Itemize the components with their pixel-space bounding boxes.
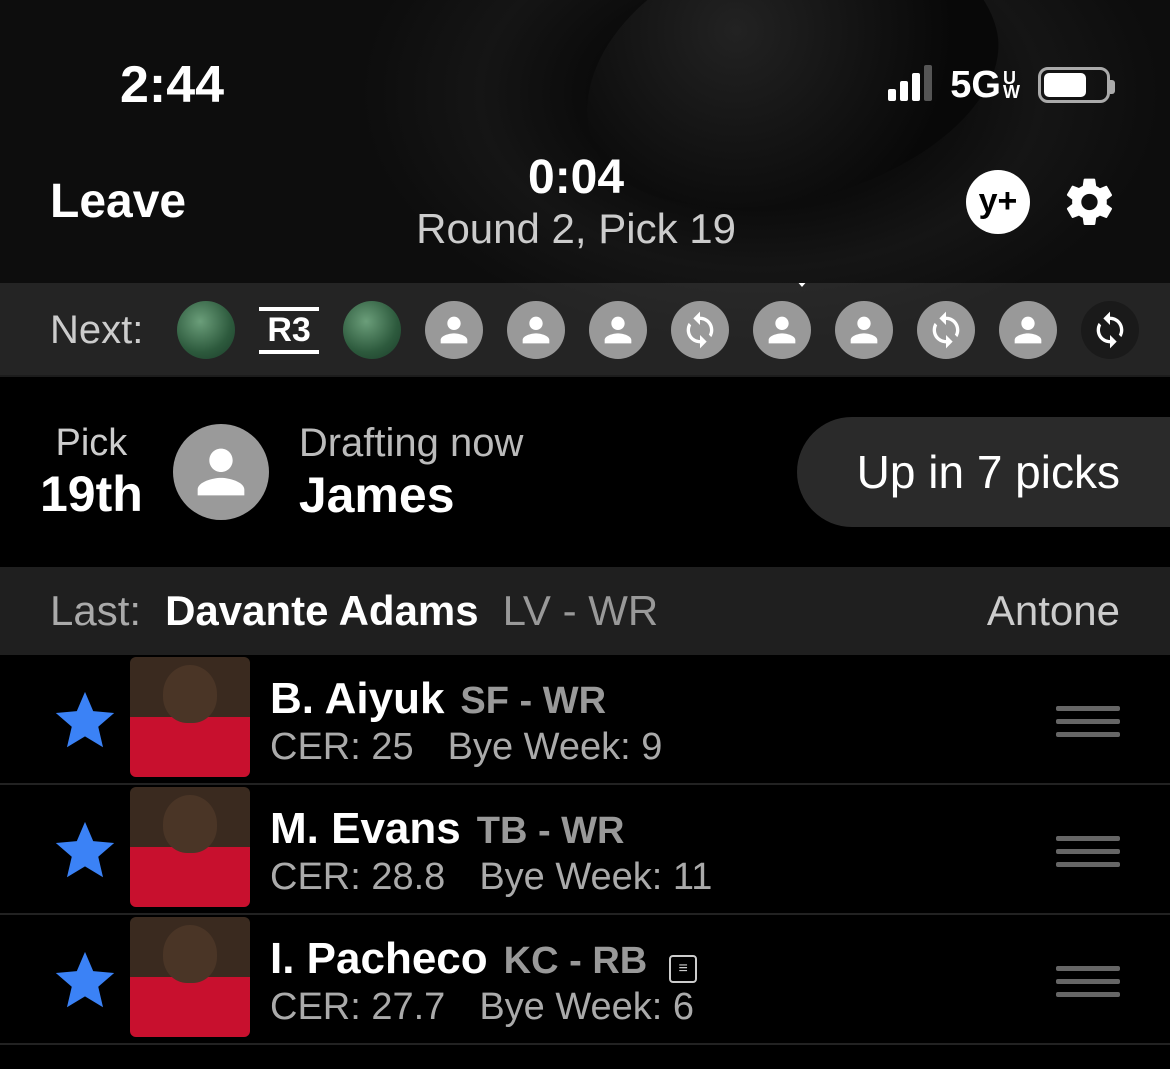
next-team-avatar[interactable] [671,301,729,359]
autopick-icon [680,310,720,350]
person-icon [516,310,556,350]
person-icon [762,310,802,350]
round-divider: R3 [259,307,318,354]
leave-button[interactable]: Leave [50,174,186,229]
signal-icon [888,69,932,101]
person-icon [434,310,474,350]
player-cer: CER: 28.8 [270,856,445,899]
network-label: 5G UW [950,64,1020,107]
last-pick-row[interactable]: Last: Davante Adams LV - WR Antone [0,567,1170,655]
last-player-name: Davante Adams [165,587,479,635]
settings-button[interactable] [1060,172,1120,232]
favorite-star-button[interactable] [50,816,120,886]
player-name: B. Aiyuk [270,674,444,724]
next-team-avatar[interactable] [343,301,401,359]
autopick-icon [926,310,966,350]
status-time: 2:44 [120,55,224,115]
last-owner: Antone [987,587,1120,635]
drafter-avatar[interactable] [173,424,269,520]
next-team-avatar[interactable] [917,301,975,359]
status-right: 5G UW [888,64,1110,107]
note-icon[interactable]: ≡ [669,955,697,983]
player-teampos: SF - WR [460,680,606,723]
player-info: I. Pacheco KC - RB ≡ CER: 27.7 Bye Week:… [270,934,1056,1029]
last-player-teampos: LV - WR [503,587,659,635]
battery-icon [1038,67,1110,103]
player-info: M. Evans TB - WR ≡ CER: 28.8 Bye Week: 1… [270,804,1056,899]
drag-handle[interactable] [1056,706,1120,737]
player-bye: Bye Week: 11 [479,856,712,899]
player-row[interactable]: B. Aiyuk SF - WR ≡ CER: 25 Bye Week: 9 [0,655,1170,785]
next-team-avatar[interactable] [835,301,893,359]
player-cer: CER: 25 [270,726,414,769]
drag-handle[interactable] [1056,966,1120,997]
star-icon [50,816,120,886]
next-team-avatar[interactable] [753,301,811,359]
person-icon [598,310,638,350]
next-team-avatar[interactable] [507,301,565,359]
person-icon [186,437,256,507]
draft-header: Leave 0:04 Round 2, Pick 19 y+ [0,130,1170,283]
player-name: I. Pacheco [270,934,488,984]
player-cer: CER: 27.7 [270,986,445,1029]
favorite-star-button[interactable] [50,946,120,1016]
drafting-now: Drafting now James [299,421,524,524]
next-team-avatar[interactable] [999,301,1057,359]
next-label: Next: [50,308,143,353]
player-teampos: TB - WR [477,810,625,853]
draft-round-pick: Round 2, Pick 19 [416,205,736,253]
player-photo [130,917,250,1037]
draft-timer: 0:04 [416,150,736,205]
player-row[interactable]: I. Pacheco KC - RB ≡ CER: 27.7 Bye Week:… [0,915,1170,1045]
current-pick-section: Pick 19th Drafting now James Up in 7 pic… [0,377,1170,567]
star-icon [50,686,120,756]
yahoo-plus-button[interactable]: y+ [966,170,1030,234]
draft-status: 0:04 Round 2, Pick 19 [416,150,736,253]
next-team-avatar[interactable] [589,301,647,359]
next-team-avatar[interactable] [1081,301,1139,359]
player-bye: Bye Week: 6 [479,986,694,1029]
star-icon [50,946,120,1016]
status-bar: 2:44 5G UW [0,0,1170,130]
player-bye: Bye Week: 9 [448,726,663,769]
gear-icon [1062,174,1118,230]
player-name: M. Evans [270,804,461,854]
up-in-picks-button[interactable]: Up in 7 picks [797,417,1170,527]
next-team-avatar[interactable] [425,301,483,359]
player-info: B. Aiyuk SF - WR ≡ CER: 25 Bye Week: 9 [270,674,1056,769]
person-icon [1008,310,1048,350]
player-photo [130,787,250,907]
drag-handle[interactable] [1056,836,1120,867]
person-icon [844,310,884,350]
autopick-icon [1090,310,1130,350]
favorite-star-button[interactable] [50,686,120,756]
player-photo [130,657,250,777]
last-label: Last: [50,587,141,635]
next-picks-row[interactable]: Next: R3 [0,283,1170,377]
player-row[interactable]: M. Evans TB - WR ≡ CER: 28.8 Bye Week: 1… [0,785,1170,915]
player-teampos: KC - RB [504,940,648,983]
pick-number: Pick 19th [40,422,143,523]
next-team-avatar[interactable] [177,301,235,359]
